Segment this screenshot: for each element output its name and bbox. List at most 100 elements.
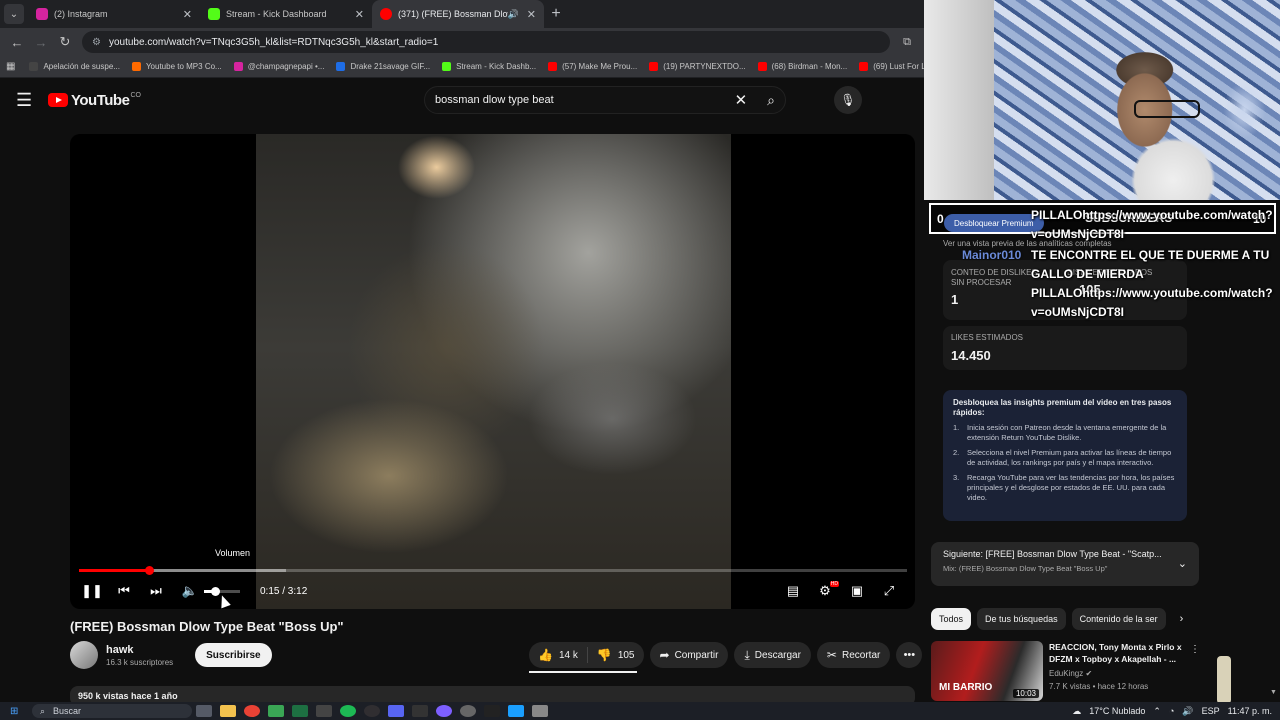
clock-app-icon[interactable] [460, 705, 476, 717]
download-button[interactable]: ⤓ Descargar [734, 642, 811, 668]
scrollbar-thumb[interactable] [1217, 656, 1231, 704]
app-icon[interactable] [484, 705, 500, 717]
webcam-person [1134, 100, 1200, 118]
channel-avatar[interactable] [70, 641, 98, 669]
close-tab-icon[interactable]: ✕ [527, 8, 536, 21]
terminal-icon[interactable] [316, 705, 332, 717]
video-thumbnail[interactable]: MI BARRIO 10:03 [931, 641, 1043, 701]
address-bar[interactable]: ⚙ youtube.com/watch?v=TNqc3G5h_kl&list=R… [82, 31, 890, 53]
forward-icon[interactable]: → [30, 35, 52, 50]
bookmark[interactable]: (68) Birdman - Mon... [757, 62, 847, 71]
windows-start-icon[interactable]: ⊞ [10, 706, 24, 717]
chip-from-searches[interactable]: De tus búsquedas [977, 608, 1066, 630]
weather-icon[interactable]: ☁ [1072, 706, 1081, 717]
search-icon[interactable]: ⌕ [767, 92, 775, 109]
dislike-button[interactable]: 👎 105 [588, 642, 644, 668]
bookmark[interactable]: (69) Lust For L [859, 62, 924, 71]
like-button[interactable]: 👍 14 k [529, 642, 587, 668]
fullscreen-icon[interactable]: ⤢ [873, 583, 905, 599]
search-input[interactable]: bossman dlow type beat [435, 94, 735, 106]
tray-chevron-icon[interactable]: ⌃ [1153, 706, 1161, 717]
language-indicator[interactable]: ESP [1202, 706, 1220, 716]
app-icon[interactable] [436, 705, 452, 717]
bookmark[interactable]: (57) Make Me Prou... [548, 62, 637, 71]
webcam-overlay [924, 0, 1280, 200]
chevron-down-icon[interactable]: ⌄ [1178, 557, 1187, 570]
volume-slider[interactable] [204, 586, 240, 596]
search-icon: ⌕ [40, 705, 46, 716]
bookmark-label: Stream - Kick Dashb... [456, 62, 537, 71]
bookmark[interactable]: (19) PARTYNEXTDO... [649, 62, 746, 71]
excel-icon[interactable] [292, 705, 308, 717]
taskbar-search[interactable]: ⌕ Buscar [32, 704, 192, 718]
tab-instagram[interactable]: (2) Instagram ✕ [28, 0, 200, 28]
close-tab-icon[interactable]: ✕ [355, 8, 364, 21]
search-box[interactable]: bossman dlow type beat ✕ ⌕ [424, 86, 786, 114]
clock[interactable]: 11:47 p. m. [1228, 706, 1272, 716]
close-tab-icon[interactable]: ✕ [183, 8, 192, 21]
step-number: 2. [953, 448, 960, 457]
site-info-icon[interactable]: ⚙ [92, 37, 101, 48]
reload-icon[interactable]: ↻ [54, 34, 76, 50]
previous-icon[interactable]: ⏮ [108, 583, 140, 599]
estimated-likes-card: LIKES ESTIMADOS 14.450 [943, 326, 1187, 370]
spotify-icon[interactable] [340, 705, 356, 717]
chrome-icon[interactable] [244, 705, 260, 717]
subtitles-icon[interactable]: ▤ [777, 583, 809, 599]
voice-search-icon[interactable]: 🎙 [834, 86, 862, 114]
bookmark[interactable]: Youtube to MP3 Co... [131, 62, 222, 71]
apps-grid-icon[interactable]: ▦ [6, 61, 15, 72]
up-next-mix[interactable]: Siguiente: [FREE] Bossman Dlow Type Beat… [931, 542, 1199, 586]
clear-search-icon[interactable]: ✕ [735, 91, 748, 109]
app-icon[interactable] [508, 705, 524, 717]
obs-icon[interactable] [364, 705, 380, 717]
wifi-icon[interactable]: ◔ [1169, 706, 1174, 716]
chip-all[interactable]: Todos [931, 608, 972, 630]
bookmark[interactable]: Drake 21savage GIF... [336, 62, 430, 71]
unlock-premium-button[interactable]: Desbloquear Premium [944, 214, 1044, 232]
pause-icon[interactable]: ❚❚ [76, 583, 108, 599]
miniplayer-icon[interactable]: ▣ [841, 583, 873, 599]
task-view-icon[interactable] [196, 705, 212, 717]
file-explorer-icon[interactable] [220, 705, 236, 717]
tab-youtube[interactable]: (371) (FREE) Bossman Dlow 🔊 ✕ [372, 0, 544, 28]
share-button[interactable]: ➦ Compartir [649, 642, 729, 668]
more-vert-icon[interactable]: ⋮ [1190, 644, 1200, 655]
clip-button[interactable]: ✂ Recortar [816, 642, 891, 668]
channel-name[interactable]: hawk [106, 644, 173, 656]
app-icon[interactable] [532, 705, 548, 717]
tab-search-icon[interactable]: ⌄ [4, 4, 24, 24]
speaker-icon[interactable]: 🔊 [1182, 706, 1193, 717]
scroll-down-icon[interactable]: ▼ [1270, 689, 1277, 696]
bookmark[interactable]: @champagnepapi •... [233, 62, 324, 71]
bookmark[interactable]: Stream - Kick Dashb... [442, 62, 536, 71]
video-frame[interactable] [256, 134, 731, 609]
chevron-right-icon[interactable]: › [1180, 613, 1184, 625]
progress-bar[interactable] [79, 566, 907, 575]
video-player[interactable]: Volumen ❚❚ ⏮ ⏭ 🔈 0:15 / 3:12 ▤ ⚙ HD ▣ ⤢ [70, 134, 915, 609]
discord-icon[interactable] [388, 705, 404, 717]
step-text: Inicia sesión con Patreon desde la venta… [967, 423, 1167, 442]
tab-kick[interactable]: Stream - Kick Dashboard ✕ [200, 0, 372, 28]
next-icon[interactable]: ⏭ [140, 583, 172, 599]
recommended-video[interactable]: MI BARRIO 10:03 REACCION, Tony Monta x P… [931, 641, 1201, 701]
recommended-title[interactable]: REACCION, Tony Monta x Pirlo x DFZM x To… [1049, 641, 1189, 665]
chip-series[interactable]: Contenido de la ser [1071, 608, 1166, 630]
settings-icon[interactable]: ⚙ HD [809, 581, 841, 599]
app-icon[interactable] [412, 705, 428, 717]
recommended-channel[interactable]: EduKingz ✔ [1049, 669, 1189, 678]
volume-handle[interactable] [210, 586, 220, 596]
new-tab-button[interactable]: + [544, 5, 568, 23]
menu-icon[interactable]: ☰ [16, 90, 36, 111]
install-app-icon[interactable]: ⧉ [896, 36, 918, 49]
volume-icon[interactable]: 🔈 [178, 583, 202, 599]
bookmark[interactable]: Apelación de suspe... [29, 62, 120, 71]
subscribe-button[interactable]: Suscribirse [195, 643, 272, 667]
weather-text[interactable]: 17°C Nublado [1089, 706, 1145, 716]
scrubber-handle[interactable] [145, 566, 155, 575]
more-actions-icon[interactable]: ••• [896, 642, 923, 668]
back-icon[interactable]: ← [6, 35, 28, 50]
youtube-logo[interactable]: YouTube CO [48, 92, 141, 109]
audio-playing-icon[interactable]: 🔊 [508, 9, 519, 20]
app-icon[interactable] [268, 705, 284, 717]
